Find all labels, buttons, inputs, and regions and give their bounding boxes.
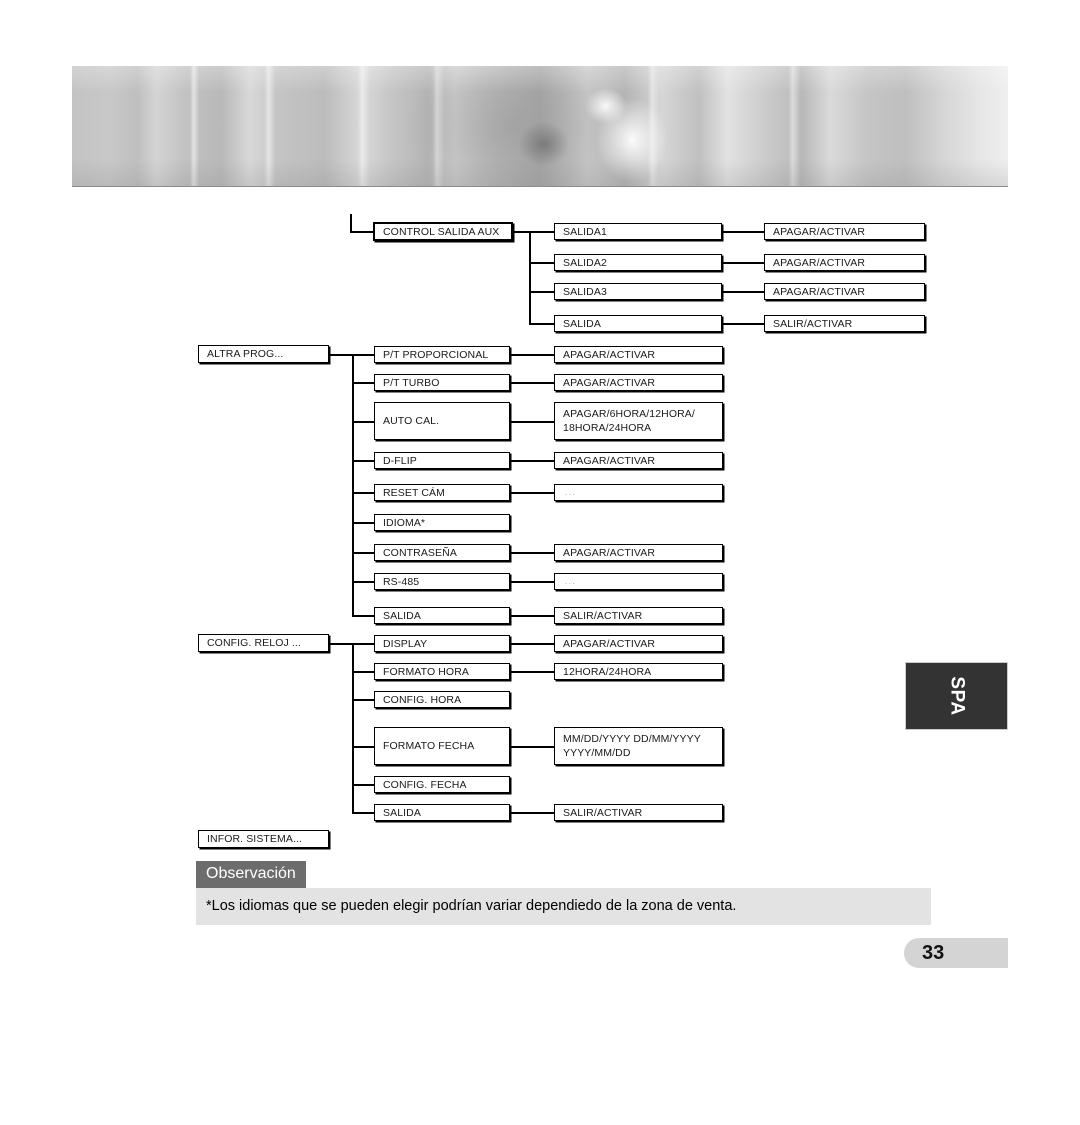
connector-branch-g3-5 [352,812,374,814]
connector-value-g1-3 [722,323,764,325]
value-contrasena[interactable]: APAGAR/ACTIVAR [554,544,723,561]
node-formato-hora[interactable]: FORMATO HORA [374,663,510,680]
connector-branch-g2-4 [352,492,374,494]
connector-value-g2-3 [510,460,554,462]
value-salida-g3[interactable]: SALIR/ACTIVAR [554,804,723,821]
node-salida-g2[interactable]: SALIDA [374,607,510,624]
node-formato-fecha[interactable]: FORMATO FECHA [374,727,510,765]
connector-value-g1-1 [722,262,764,264]
node-salida1[interactable]: SALIDA1 [554,223,722,240]
connector-value-g3-3 [510,746,554,748]
connector-branch-g3-3 [352,746,374,748]
connector-value-g1-2 [722,291,764,293]
observation-text: *Los idiomas que se pueden elegir podría… [196,888,931,925]
node-rs485[interactable]: RS-485 [374,573,510,590]
node-salida2[interactable]: SALIDA2 [554,254,722,271]
node-d-flip[interactable]: D-FLIP [374,452,510,469]
value-formato-fecha[interactable]: MM/DD/YYYY DD/MM/YYYY YYYY/MM/DD [554,727,723,765]
connector-value-g3-0 [510,643,554,645]
connector-value-g2-0 [510,354,554,356]
connector-branch-g1-2 [529,291,554,293]
connector-branch-g1-3 [529,323,554,325]
connector-stub-vertical [350,214,352,232]
connector-branch-g2-6 [352,552,374,554]
node-salida3[interactable]: SALIDA3 [554,283,722,300]
node-config-reloj[interactable]: CONFIG. RELOJ ... [198,634,329,652]
page-number-value: 33 [922,941,945,964]
node-salida-g1[interactable]: SALIDA [554,315,722,332]
node-contrasena[interactable]: CONTRASEÑA [374,544,510,561]
connector-value-g1-0 [722,231,764,233]
observation-title: Observación [196,861,306,888]
connector-branch-g2-2 [352,421,374,423]
value-pt-turbo[interactable]: APAGAR/ACTIVAR [554,374,723,391]
connector-branch-g2-1 [352,382,374,384]
connector-value-g3-1 [510,671,554,673]
node-config-hora[interactable]: CONFIG. HORA [374,691,510,708]
connector-branch-g1-0 [529,231,554,233]
value-salida-g1[interactable]: SALIR/ACTIVAR [764,315,925,332]
connector-value-g2-8 [510,615,554,617]
node-salida-g3[interactable]: SALIDA [374,804,510,821]
value-salida1[interactable]: APAGAR/ACTIVAR [764,223,925,240]
connector-branch-g1-1 [529,262,554,264]
connector-trunk-g1 [529,231,531,323]
value-rs485[interactable]: ... [554,573,723,590]
value-salida2[interactable]: APAGAR/ACTIVAR [764,254,925,271]
connector-branch-g3-1 [352,671,374,673]
value-auto-cal[interactable]: APAGAR/6HORA/12HORA/ 18HORA/24HORA [554,402,723,440]
value-display[interactable]: APAGAR/ACTIVAR [554,635,723,652]
connector-trunk-g2 [352,354,354,615]
connector-branch-g2-0 [352,354,374,356]
connector-branch-g2-7 [352,581,374,583]
value-reset-cam[interactable]: ... [554,484,723,501]
node-infor-sistema[interactable]: INFOR. SISTEMA... [198,830,329,848]
value-salida3[interactable]: APAGAR/ACTIVAR [764,283,925,300]
observation-block: Observación *Los idiomas que se pueden e… [196,861,931,925]
node-idioma[interactable]: IDIOMA* [374,514,510,531]
node-display[interactable]: DISPLAY [374,635,510,652]
node-auto-cal[interactable]: AUTO CAL. [374,402,510,440]
connector-value-g2-6 [510,552,554,554]
connector-stub-horizontal [350,231,373,233]
node-pt-turbo[interactable]: P/T TURBO [374,374,510,391]
connector-value-g3-5 [510,812,554,814]
node-control-salida-aux[interactable]: CONTROL SALIDA AUX [373,222,513,241]
value-formato-hora[interactable]: 12HORA/24HORA [554,663,723,680]
node-reset-cam[interactable]: RESET CÁM [374,484,510,501]
connector-value-g2-4 [510,492,554,494]
node-config-fecha[interactable]: CONFIG. FECHA [374,776,510,793]
value-pt-proporcional[interactable]: APAGAR/ACTIVAR [554,346,723,363]
connector-branch-g2-3 [352,460,374,462]
connector-branch-g3-0 [352,643,374,645]
node-altra-prog[interactable]: ALTRA PROG... [198,345,329,363]
connector-value-g2-1 [510,382,554,384]
connector-branch-g2-8 [352,615,374,617]
connector-value-g2-2 [510,421,554,423]
value-d-flip[interactable]: APAGAR/ACTIVAR [554,452,723,469]
connector-trunk-g3 [352,643,354,813]
page-number-pill: 33 [904,938,1008,968]
connector-branch-g2-5 [352,522,374,524]
connector-branch-g3-4 [352,784,374,786]
side-tab-label: SPA [946,676,968,716]
connector-branch-g3-2 [352,699,374,701]
connector-value-g2-7 [510,581,554,583]
node-pt-proporcional[interactable]: P/T PROPORCIONAL [374,346,510,363]
value-salida-g2[interactable]: SALIR/ACTIVAR [554,607,723,624]
language-side-tab-spa: SPA [905,662,1008,730]
